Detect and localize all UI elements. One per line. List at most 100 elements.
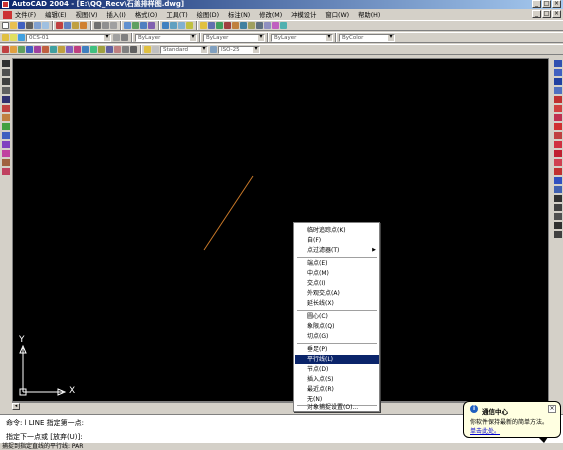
layer-freeze-icon[interactable] bbox=[18, 34, 25, 41]
break-icon[interactable] bbox=[554, 159, 562, 166]
close-icon[interactable]: × bbox=[548, 405, 556, 413]
make-object-layer-current-icon[interactable] bbox=[113, 34, 120, 41]
snap-parallel-icon[interactable] bbox=[90, 46, 97, 53]
fillet-icon[interactable] bbox=[554, 186, 562, 193]
osnap-settings-icon[interactable] bbox=[130, 46, 137, 53]
trim-icon[interactable] bbox=[554, 141, 562, 148]
menu-edit[interactable]: 编辑(E) bbox=[45, 10, 67, 19]
chamfer-icon[interactable] bbox=[554, 177, 562, 184]
publish-icon[interactable] bbox=[42, 22, 49, 29]
menu-die-design[interactable]: 冲模设计 bbox=[291, 10, 316, 19]
dim-aligned-icon[interactable] bbox=[554, 213, 562, 220]
lineweight-combo[interactable]: ByLayer bbox=[271, 33, 333, 42]
close-button[interactable]: × bbox=[552, 0, 561, 8]
snap-intersection-icon[interactable] bbox=[34, 46, 41, 53]
menu-item-extension[interactable]: 延长线(X) bbox=[295, 299, 379, 308]
plotstyle-combo[interactable]: ByColor bbox=[339, 33, 395, 42]
menu-view[interactable]: 视图(V) bbox=[76, 10, 98, 19]
dim-linear-icon[interactable] bbox=[554, 204, 562, 211]
mirror-icon[interactable] bbox=[554, 78, 562, 85]
preview-icon[interactable] bbox=[34, 22, 41, 29]
menu-item-endpoint[interactable]: 端点(E) bbox=[295, 259, 379, 268]
revcloud-icon[interactable] bbox=[2, 123, 10, 130]
otrack-icon[interactable] bbox=[232, 22, 239, 29]
menu-item-midpoint[interactable]: 中点(M) bbox=[295, 269, 379, 278]
menu-tools[interactable]: 工具(T) bbox=[166, 10, 187, 19]
menu-format[interactable]: 格式(O) bbox=[135, 10, 157, 19]
line-icon[interactable] bbox=[2, 60, 10, 67]
menu-item-tangent[interactable]: 切点(G) bbox=[295, 332, 379, 341]
command-prompt-line[interactable]: 指定下一点或 [放弃(U)]: bbox=[6, 432, 83, 442]
drawing-area[interactable]: Y X bbox=[12, 58, 549, 402]
extend-icon[interactable] bbox=[554, 150, 562, 157]
text-style-icon[interactable] bbox=[152, 46, 159, 53]
color-combo[interactable]: ByLayer bbox=[135, 33, 197, 42]
menu-item-perpendicular[interactable]: 垂足(P) bbox=[295, 345, 379, 354]
move-icon[interactable] bbox=[554, 105, 562, 112]
rotate-icon[interactable] bbox=[554, 114, 562, 121]
menu-item-temp-track[interactable]: 临时追踪点(K) bbox=[295, 226, 379, 235]
block-icon[interactable] bbox=[2, 150, 10, 157]
render-icon[interactable] bbox=[272, 22, 279, 29]
redo-icon[interactable] bbox=[102, 22, 109, 29]
rectangle-icon[interactable] bbox=[2, 96, 10, 103]
menu-file[interactable]: 文件(F) bbox=[15, 10, 36, 19]
scroll-left-button[interactable]: ◂ bbox=[12, 403, 20, 410]
polyline-icon[interactable] bbox=[2, 78, 10, 85]
point-icon[interactable] bbox=[2, 159, 10, 166]
construction-line-icon[interactable] bbox=[2, 69, 10, 76]
snap-endpoint-icon[interactable] bbox=[18, 46, 25, 53]
ellipse-icon[interactable] bbox=[2, 141, 10, 148]
temp-track-icon[interactable] bbox=[2, 46, 9, 53]
erase-icon[interactable] bbox=[554, 60, 562, 67]
match-properties-icon[interactable] bbox=[80, 22, 87, 29]
linetype-combo[interactable]: ByLayer bbox=[203, 33, 265, 42]
offset-icon[interactable] bbox=[554, 87, 562, 94]
print-icon[interactable] bbox=[26, 22, 33, 29]
layer-combo[interactable]: 0CS-01 bbox=[26, 33, 111, 42]
menu-window[interactable]: 窗口(W) bbox=[325, 10, 349, 19]
menu-item-quadrant[interactable]: 象限点(Q) bbox=[295, 322, 379, 331]
menu-item-osnap-settings[interactable]: 对象捕捉设置(O)... bbox=[295, 404, 379, 412]
doc-close-button[interactable]: × bbox=[552, 10, 561, 18]
dimstyle-combo[interactable]: ISO-25 bbox=[218, 45, 260, 54]
tool-palettes-icon[interactable] bbox=[178, 22, 185, 29]
viewport-icon[interactable] bbox=[264, 22, 271, 29]
textstyle-combo[interactable]: Standard bbox=[160, 45, 208, 54]
pan-icon[interactable] bbox=[124, 22, 131, 29]
lwt-icon[interactable] bbox=[240, 22, 247, 29]
dim-angular-icon[interactable] bbox=[554, 231, 562, 238]
design-center-icon[interactable] bbox=[170, 22, 177, 29]
copy-icon[interactable] bbox=[64, 22, 71, 29]
autocad-app-icon[interactable] bbox=[2, 1, 9, 8]
snap-none-icon[interactable] bbox=[122, 46, 129, 53]
model-icon[interactable] bbox=[248, 22, 255, 29]
vertical-scrollbar[interactable] bbox=[549, 58, 552, 402]
snap-midpoint-icon[interactable] bbox=[26, 46, 33, 53]
doc-minimize-button[interactable]: _ bbox=[532, 10, 541, 18]
spline-icon[interactable] bbox=[2, 132, 10, 139]
doc-restore-button[interactable]: □ bbox=[542, 10, 551, 18]
array-icon[interactable] bbox=[554, 96, 562, 103]
save-icon[interactable] bbox=[18, 22, 25, 29]
help-icon[interactable] bbox=[186, 22, 193, 29]
dim-radius-icon[interactable] bbox=[554, 222, 562, 229]
zoom-realtime-icon[interactable] bbox=[132, 22, 139, 29]
hatch-icon[interactable] bbox=[2, 168, 10, 175]
snap-extension-icon[interactable] bbox=[50, 46, 57, 53]
menu-item-center[interactable]: 圆心(C) bbox=[295, 312, 379, 321]
menu-help[interactable]: 帮助(H) bbox=[358, 10, 380, 19]
menu-dimension[interactable]: 标注(N) bbox=[228, 10, 250, 19]
snap-from-icon[interactable] bbox=[10, 46, 17, 53]
arc-icon[interactable] bbox=[2, 105, 10, 112]
layout-icon[interactable] bbox=[256, 22, 263, 29]
zoom-window-icon[interactable] bbox=[140, 22, 147, 29]
new-icon[interactable] bbox=[2, 22, 9, 29]
snap-apparent-icon[interactable] bbox=[42, 46, 49, 53]
menu-insert[interactable]: 插入(I) bbox=[106, 10, 125, 19]
document-icon[interactable] bbox=[3, 10, 12, 19]
stretch-icon[interactable] bbox=[554, 132, 562, 139]
menu-item-intersection[interactable]: 交点(I) bbox=[295, 279, 379, 288]
polygon-icon[interactable] bbox=[2, 87, 10, 94]
circle-icon[interactable] bbox=[2, 114, 10, 121]
